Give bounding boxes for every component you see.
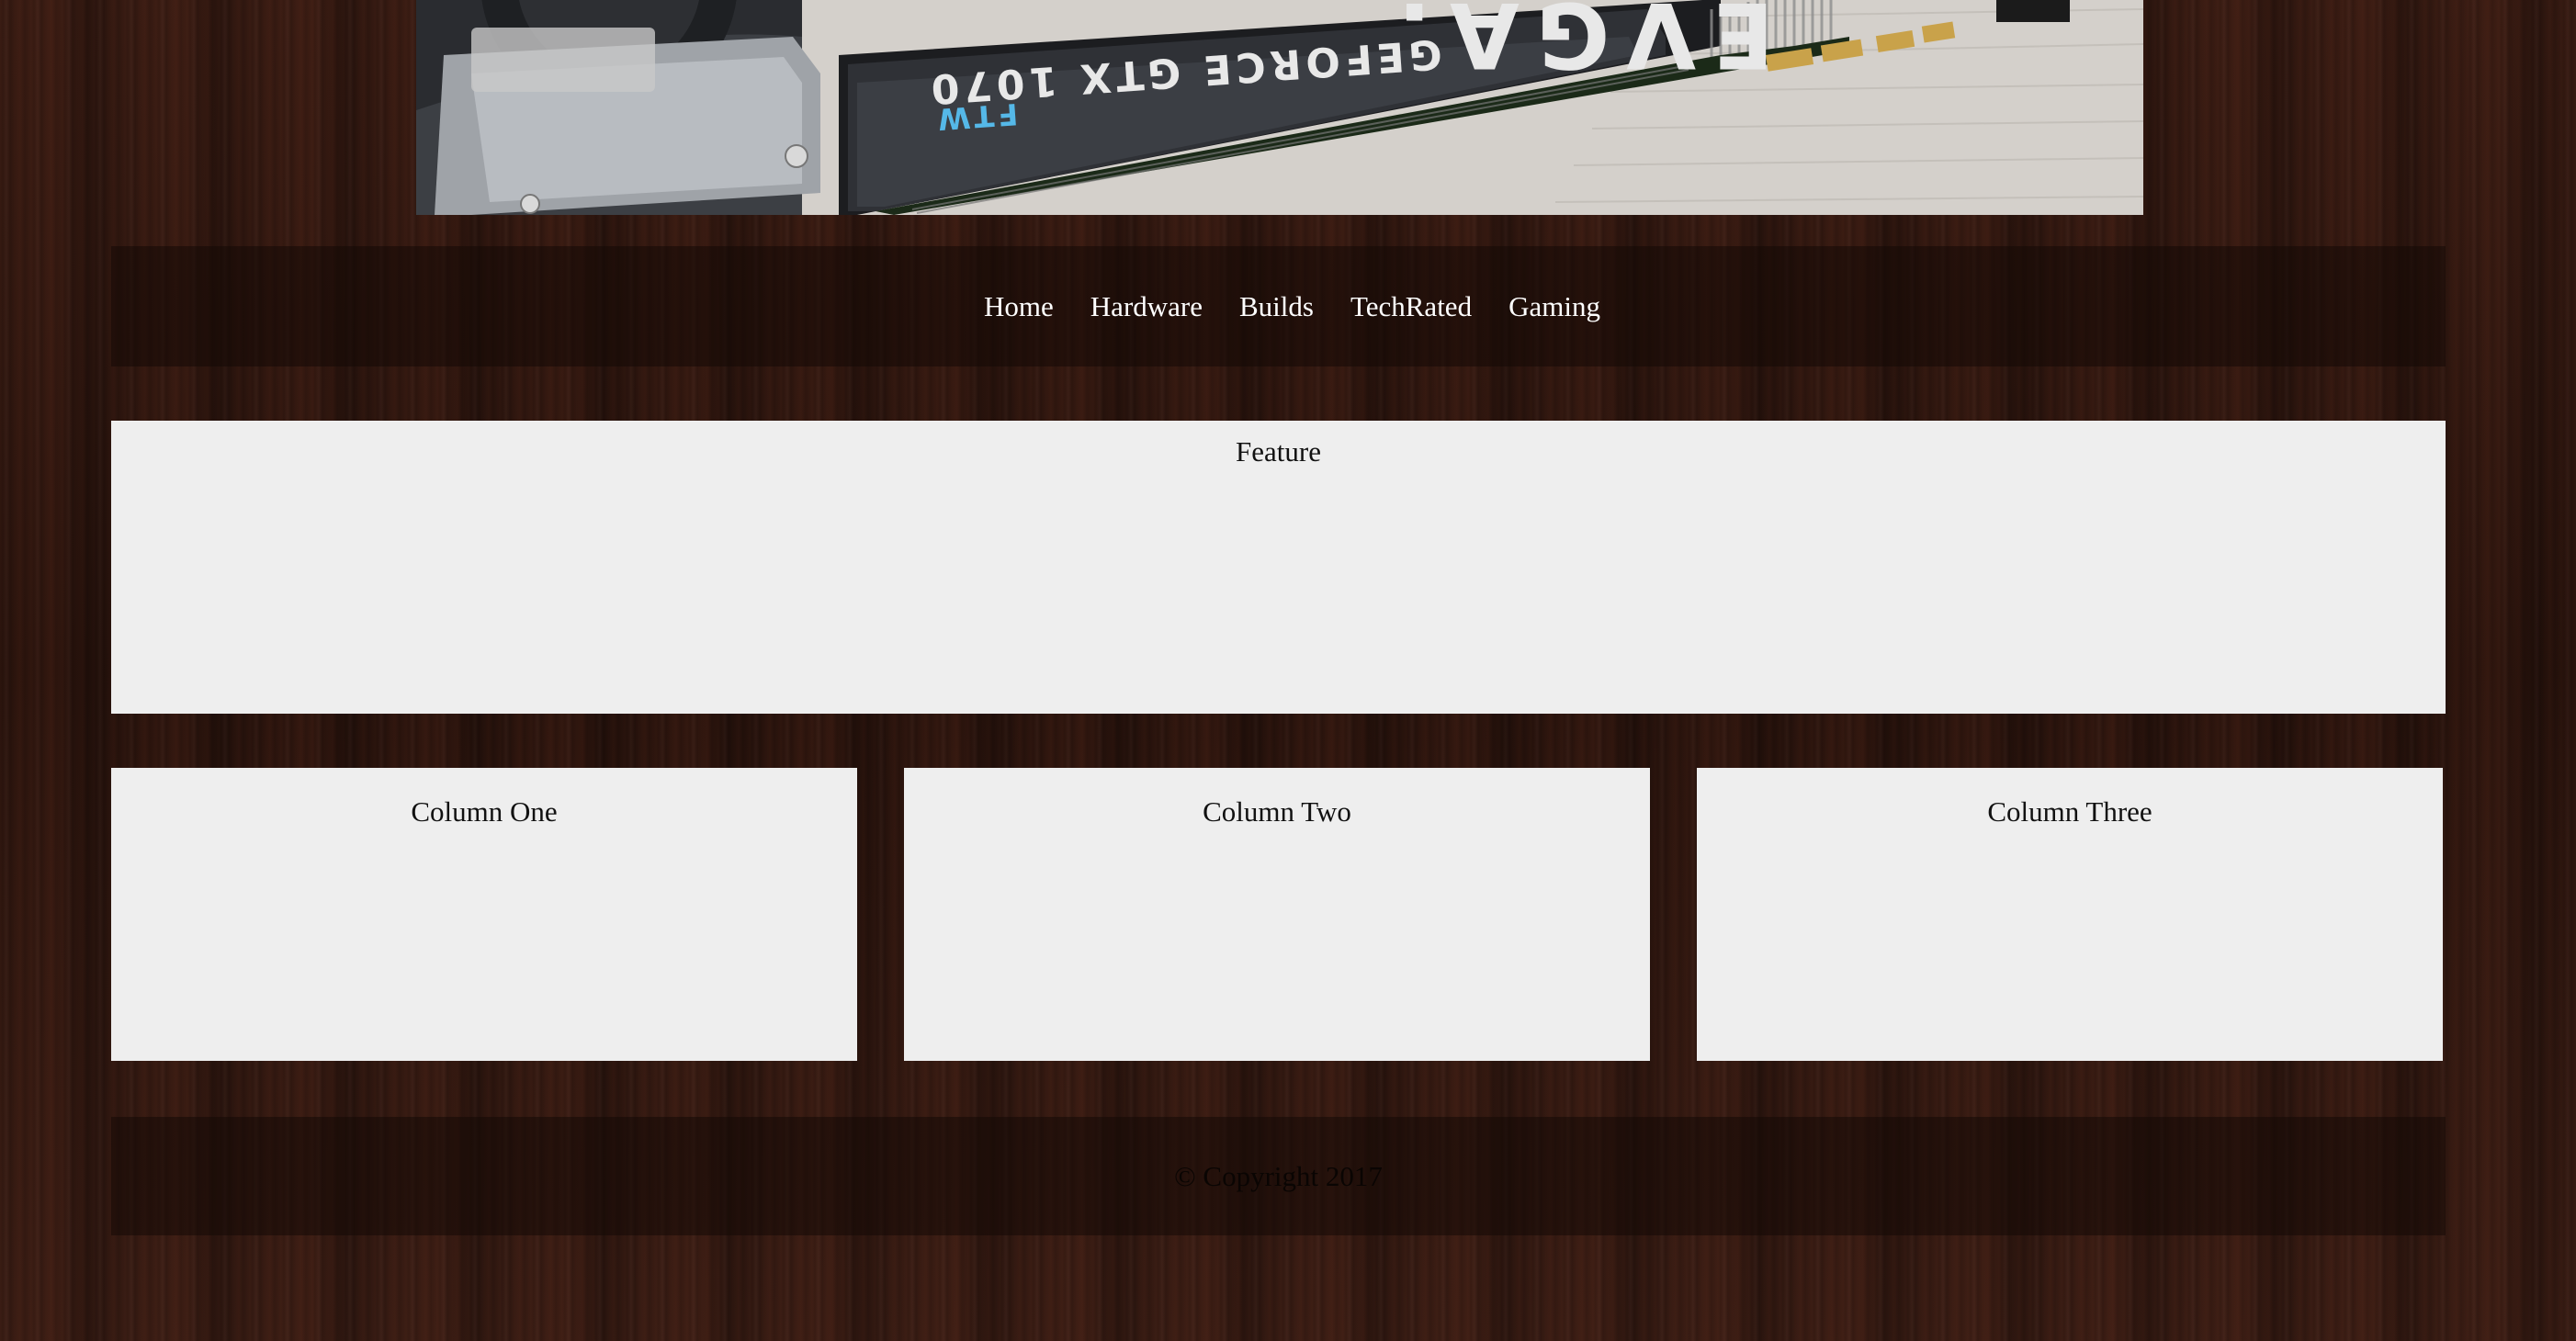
column-one-panel: Column One (111, 768, 857, 1061)
column-three-panel: Column Three (1697, 768, 2443, 1061)
nav-item-hardware: Hardware (1090, 290, 1203, 323)
nav-list: Home Hardware Builds TechRated Gaming (984, 290, 1600, 323)
nav-item-builds: Builds (1239, 290, 1314, 323)
banner-sub-text: FTW (932, 96, 1020, 138)
nav-link-techrated[interactable]: TechRated (1350, 290, 1472, 322)
copyright-text: © Copyright 2017 (1174, 1159, 1383, 1192)
feature-panel: Feature (111, 421, 2446, 714)
feature-title: Feature (1236, 435, 1321, 468)
column-two-panel: Column Two (904, 768, 1650, 1061)
nav-link-builds[interactable]: Builds (1239, 290, 1314, 322)
nav-link-home[interactable]: Home (984, 290, 1054, 322)
graphics-card-icon (416, 0, 2143, 215)
nav-link-gaming[interactable]: Gaming (1508, 290, 1600, 322)
main-navbar: Home Hardware Builds TechRated Gaming (111, 246, 2446, 366)
nav-item-gaming: Gaming (1508, 290, 1600, 323)
nav-item-techrated: TechRated (1350, 290, 1472, 323)
column-three-title: Column Three (1987, 795, 2152, 828)
column-one-title: Column One (411, 795, 558, 828)
nav-item-home: Home (984, 290, 1054, 323)
nav-link-hardware[interactable]: Hardware (1090, 290, 1203, 322)
column-two-title: Column Two (1203, 795, 1351, 828)
header-banner-image: EVGA. GEFORCE GTX 1070 FTW (416, 0, 2143, 215)
page-footer: © Copyright 2017 (111, 1117, 2446, 1235)
